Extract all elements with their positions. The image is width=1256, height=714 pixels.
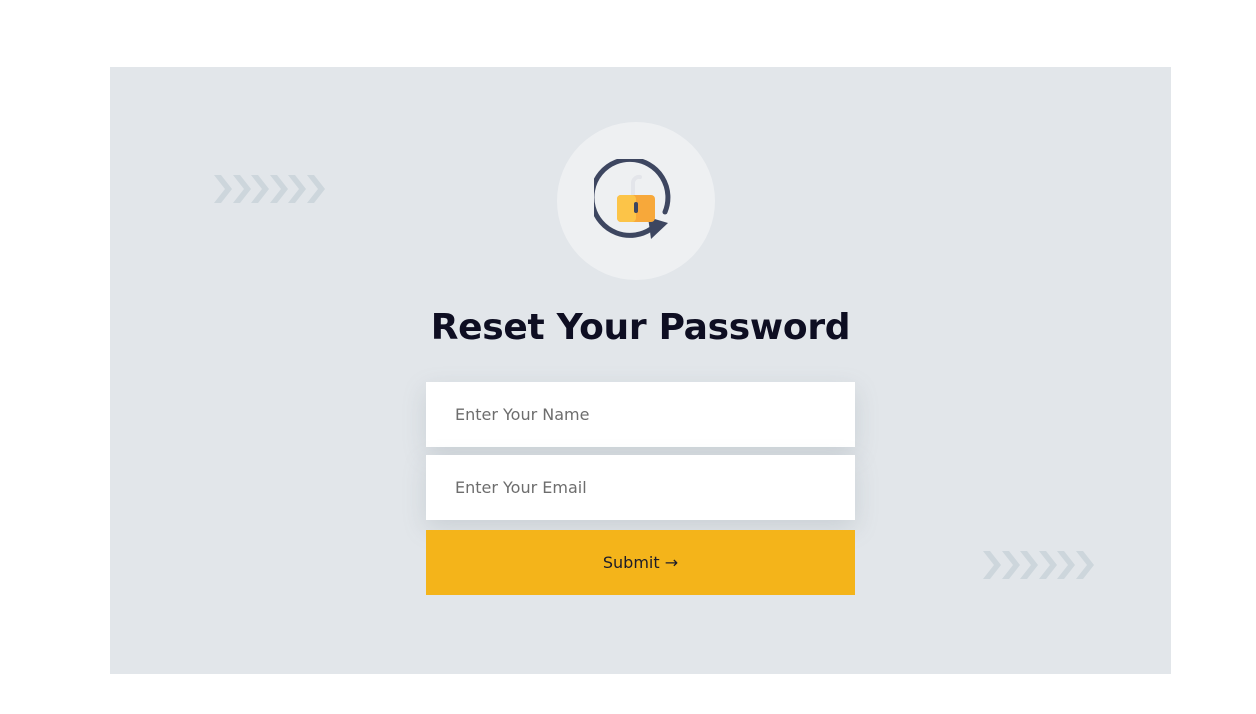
email-input[interactable]	[426, 455, 855, 520]
decorative-chevrons-right-icon	[983, 551, 1094, 579]
submit-button[interactable]: Submit →	[426, 530, 855, 595]
decorative-chevrons-left-icon	[214, 175, 325, 203]
reset-password-panel: Reset Your Password Submit →	[110, 67, 1171, 674]
hero-icon-circle	[557, 122, 715, 280]
unlock-reset-icon	[594, 159, 671, 239]
page-title: Reset Your Password	[430, 307, 851, 348]
name-input[interactable]	[426, 382, 855, 447]
